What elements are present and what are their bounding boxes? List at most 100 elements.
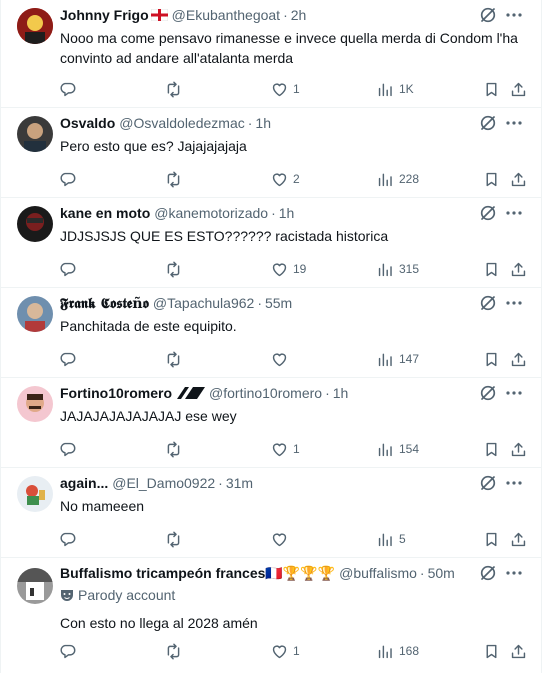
- display-name[interactable]: Johnny Frigo: [60, 7, 149, 23]
- parody-account-text: Parody account: [78, 587, 176, 603]
- repost-button[interactable]: [165, 169, 182, 189]
- share-button[interactable]: [510, 349, 527, 369]
- more-options-icon[interactable]: [505, 565, 523, 581]
- avatar[interactable]: [17, 386, 53, 422]
- reply-post[interactable]: Fortino10romero @fortino10romero · 1h JAJAJ…: [1, 378, 541, 468]
- action-bar: 1 154: [59, 439, 527, 459]
- like-button[interactable]: 2: [271, 169, 300, 189]
- timestamp[interactable]: 55m: [265, 295, 292, 311]
- reply-button[interactable]: [59, 79, 76, 99]
- timestamp[interactable]: 1h: [333, 385, 349, 401]
- reply-button[interactable]: [59, 641, 76, 661]
- like-button[interactable]: 1: [271, 439, 300, 459]
- timestamp[interactable]: 50m: [428, 565, 455, 581]
- user-handle[interactable]: @El_Damo0922: [112, 475, 215, 491]
- user-handle[interactable]: @Tapachula962: [153, 295, 254, 311]
- avatar[interactable]: [17, 8, 53, 44]
- user-handle[interactable]: @Osvaldoledezmac: [119, 115, 245, 131]
- timestamp[interactable]: 1h: [279, 205, 295, 221]
- action-bar: 1 168: [59, 641, 527, 661]
- grok-icon[interactable]: [480, 7, 496, 23]
- views-button[interactable]: 1K: [377, 79, 414, 99]
- grok-icon[interactable]: [480, 115, 496, 131]
- post-text: JDJSJSJS QUE ES ESTO?????? racistada his…: [60, 228, 389, 244]
- separator-dot: ·: [271, 205, 276, 221]
- action-bar: 5: [59, 529, 527, 549]
- reply-button[interactable]: [59, 259, 76, 279]
- reply-post[interactable]: Johnny Frigo @Ekubanthegoat · 2h Nooo ma co…: [1, 0, 541, 108]
- grok-icon[interactable]: [480, 565, 496, 581]
- display-name[interactable]: 𝕱𝖗𝖆𝖓𝖐 𝕮𝖔𝖘𝖙𝖊ñ𝖔: [60, 296, 149, 312]
- more-options-icon[interactable]: [505, 295, 523, 311]
- more-options-icon[interactable]: [505, 475, 523, 491]
- timestamp[interactable]: 2h: [291, 7, 307, 23]
- bookmark-button[interactable]: [483, 641, 500, 661]
- like-button[interactable]: 1: [271, 79, 300, 99]
- views-button[interactable]: 228: [377, 169, 419, 189]
- views-button[interactable]: 154: [377, 439, 419, 459]
- user-handle[interactable]: @buffalismo: [339, 565, 417, 581]
- share-button[interactable]: [510, 641, 527, 661]
- like-button[interactable]: [271, 529, 293, 549]
- avatar[interactable]: [17, 568, 53, 604]
- reply-button[interactable]: [59, 349, 76, 369]
- timestamp[interactable]: 31m: [226, 475, 253, 491]
- user-handle[interactable]: @fortino10romero: [209, 385, 322, 401]
- reply-post[interactable]: again... @El_Damo0922 · 31m No mameeen 5: [1, 468, 541, 558]
- repost-button[interactable]: [165, 529, 182, 549]
- bookmark-button[interactable]: [483, 529, 500, 549]
- display-name[interactable]: Buffalismo tricampeón frances🇫🇷🏆🏆🏆: [60, 565, 335, 581]
- repost-button[interactable]: [165, 79, 182, 99]
- display-name[interactable]: kane en moto: [60, 205, 150, 221]
- repost-button[interactable]: [165, 641, 182, 661]
- share-button[interactable]: [510, 79, 527, 99]
- view-count: 154: [399, 442, 420, 456]
- bookmark-button[interactable]: [483, 259, 500, 279]
- repost-button[interactable]: [165, 259, 182, 279]
- reply-post[interactable]: Buffalismo tricampeón frances🇫🇷🏆🏆🏆 @buffa…: [1, 558, 541, 673]
- share-button[interactable]: [510, 169, 527, 189]
- timestamp[interactable]: 1h: [255, 115, 271, 131]
- post-text: Pero esto que es? Jajajajajaja: [60, 138, 247, 154]
- display-name[interactable]: Osvaldo: [60, 115, 115, 131]
- share-button[interactable]: [510, 529, 527, 549]
- grok-icon[interactable]: [480, 295, 496, 311]
- share-button[interactable]: [510, 259, 527, 279]
- grok-icon[interactable]: [480, 205, 496, 221]
- reply-post[interactable]: kane en moto @kanemotorizado · 1h JDJSJSJS …: [1, 198, 541, 288]
- avatar[interactable]: [17, 476, 53, 512]
- repost-button[interactable]: [165, 439, 182, 459]
- more-options-icon[interactable]: [505, 7, 523, 23]
- bookmark-button[interactable]: [483, 349, 500, 369]
- avatar[interactable]: [17, 296, 53, 332]
- user-handle[interactable]: @kanemotorizado: [154, 205, 268, 221]
- bookmark-button[interactable]: [483, 79, 500, 99]
- avatar[interactable]: [17, 206, 53, 242]
- like-button[interactable]: [271, 349, 293, 369]
- avatar[interactable]: [17, 116, 53, 152]
- repost-button[interactable]: [165, 349, 182, 369]
- views-button[interactable]: 168: [377, 641, 419, 661]
- view-count: 228: [399, 172, 420, 186]
- display-name[interactable]: Fortino10romero: [60, 385, 172, 401]
- bookmark-button[interactable]: [483, 439, 500, 459]
- reply-post[interactable]: Osvaldo @Osvaldoledezmac · 1h Pero esto que…: [1, 108, 541, 198]
- reply-post[interactable]: 𝕱𝖗𝖆𝖓𝖐 𝕮𝖔𝖘𝖙𝖊ñ𝖔 @Tapachula962 · 55m Panchitad…: [1, 288, 541, 378]
- more-options-icon[interactable]: [505, 115, 523, 131]
- like-button[interactable]: 19: [271, 259, 306, 279]
- share-button[interactable]: [510, 439, 527, 459]
- reply-button[interactable]: [59, 169, 76, 189]
- views-button[interactable]: 315: [377, 259, 419, 279]
- grok-icon[interactable]: [480, 475, 496, 491]
- reply-button[interactable]: [59, 439, 76, 459]
- bookmark-button[interactable]: [483, 169, 500, 189]
- more-options-icon[interactable]: [505, 205, 523, 221]
- views-button[interactable]: 5: [377, 529, 406, 549]
- like-button[interactable]: 1: [271, 641, 300, 661]
- grok-icon[interactable]: [480, 385, 496, 401]
- user-handle[interactable]: @Ekubanthegoat: [172, 7, 280, 23]
- more-options-icon[interactable]: [505, 385, 523, 401]
- views-button[interactable]: 147: [377, 349, 419, 369]
- display-name[interactable]: again...: [60, 475, 108, 491]
- reply-button[interactable]: [59, 529, 76, 549]
